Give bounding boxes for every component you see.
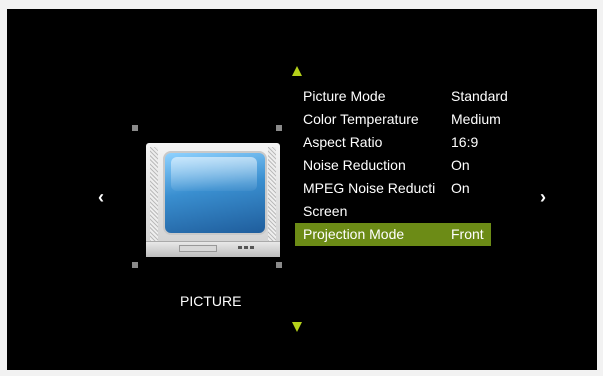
menu-item-label: Picture Mode	[303, 88, 386, 104]
tv-speaker-grille-right	[268, 147, 276, 241]
menu-item-noise-reduction[interactable]: Noise Reduction On	[295, 154, 491, 177]
menu-item-value: Medium	[451, 111, 501, 127]
tv-screen-graphic	[163, 151, 267, 235]
menu-item-projection-mode[interactable]: Projection Mode Front	[295, 223, 491, 246]
focus-corner-bottom-right	[276, 262, 282, 268]
menu-item-aspect-ratio[interactable]: Aspect Ratio 16:9	[295, 131, 491, 154]
menu-item-value: On	[451, 180, 470, 196]
nav-left-arrow[interactable]: ‹	[98, 187, 104, 208]
menu-item-label: Color Temperature	[303, 111, 419, 127]
tv-osd-screen: ‹ › PICTURE Picture Mode Standard Color …	[7, 9, 597, 370]
menu-item-mpeg-noise-reduction[interactable]: MPEG Noise Reducti On	[295, 177, 491, 200]
menu-item-value: 16:9	[451, 134, 479, 150]
tv-button	[238, 246, 242, 249]
menu-item-value: Standard	[451, 88, 508, 104]
section-label: PICTURE	[180, 293, 242, 309]
menu-item-picture-mode[interactable]: Picture Mode Standard	[295, 85, 508, 108]
menu-item-value: Front	[451, 226, 484, 242]
menu-item-color-temperature[interactable]: Color Temperature Medium	[295, 108, 501, 131]
tv-base	[146, 241, 280, 257]
tv-speaker-grille-left	[150, 147, 158, 241]
menu-item-label: Noise Reduction	[303, 157, 406, 173]
tv-button	[244, 246, 248, 249]
menu-item-label: MPEG Noise Reducti	[303, 180, 436, 196]
focus-corner-bottom-left	[132, 262, 138, 268]
menu-item-label: Aspect Ratio	[303, 134, 383, 150]
menu-item-screen[interactable]: Screen	[295, 200, 491, 223]
focus-corner-top-left	[132, 125, 138, 131]
picture-tv-icon[interactable]	[146, 143, 280, 257]
focus-corner-top-right	[276, 125, 282, 131]
tv-slot	[179, 245, 217, 252]
tv-button	[250, 246, 254, 249]
menu-item-label: Projection Mode	[303, 226, 405, 242]
tv-screen-gloss	[171, 157, 257, 191]
nav-right-arrow[interactable]: ›	[540, 187, 546, 208]
scroll-down-arrow-icon[interactable]	[292, 322, 302, 332]
menu-item-value: On	[451, 157, 470, 173]
picture-settings-menu: Picture Mode Standard Color Temperature …	[295, 85, 508, 246]
menu-item-label: Screen	[303, 203, 348, 219]
scroll-up-arrow-icon[interactable]	[292, 66, 302, 76]
